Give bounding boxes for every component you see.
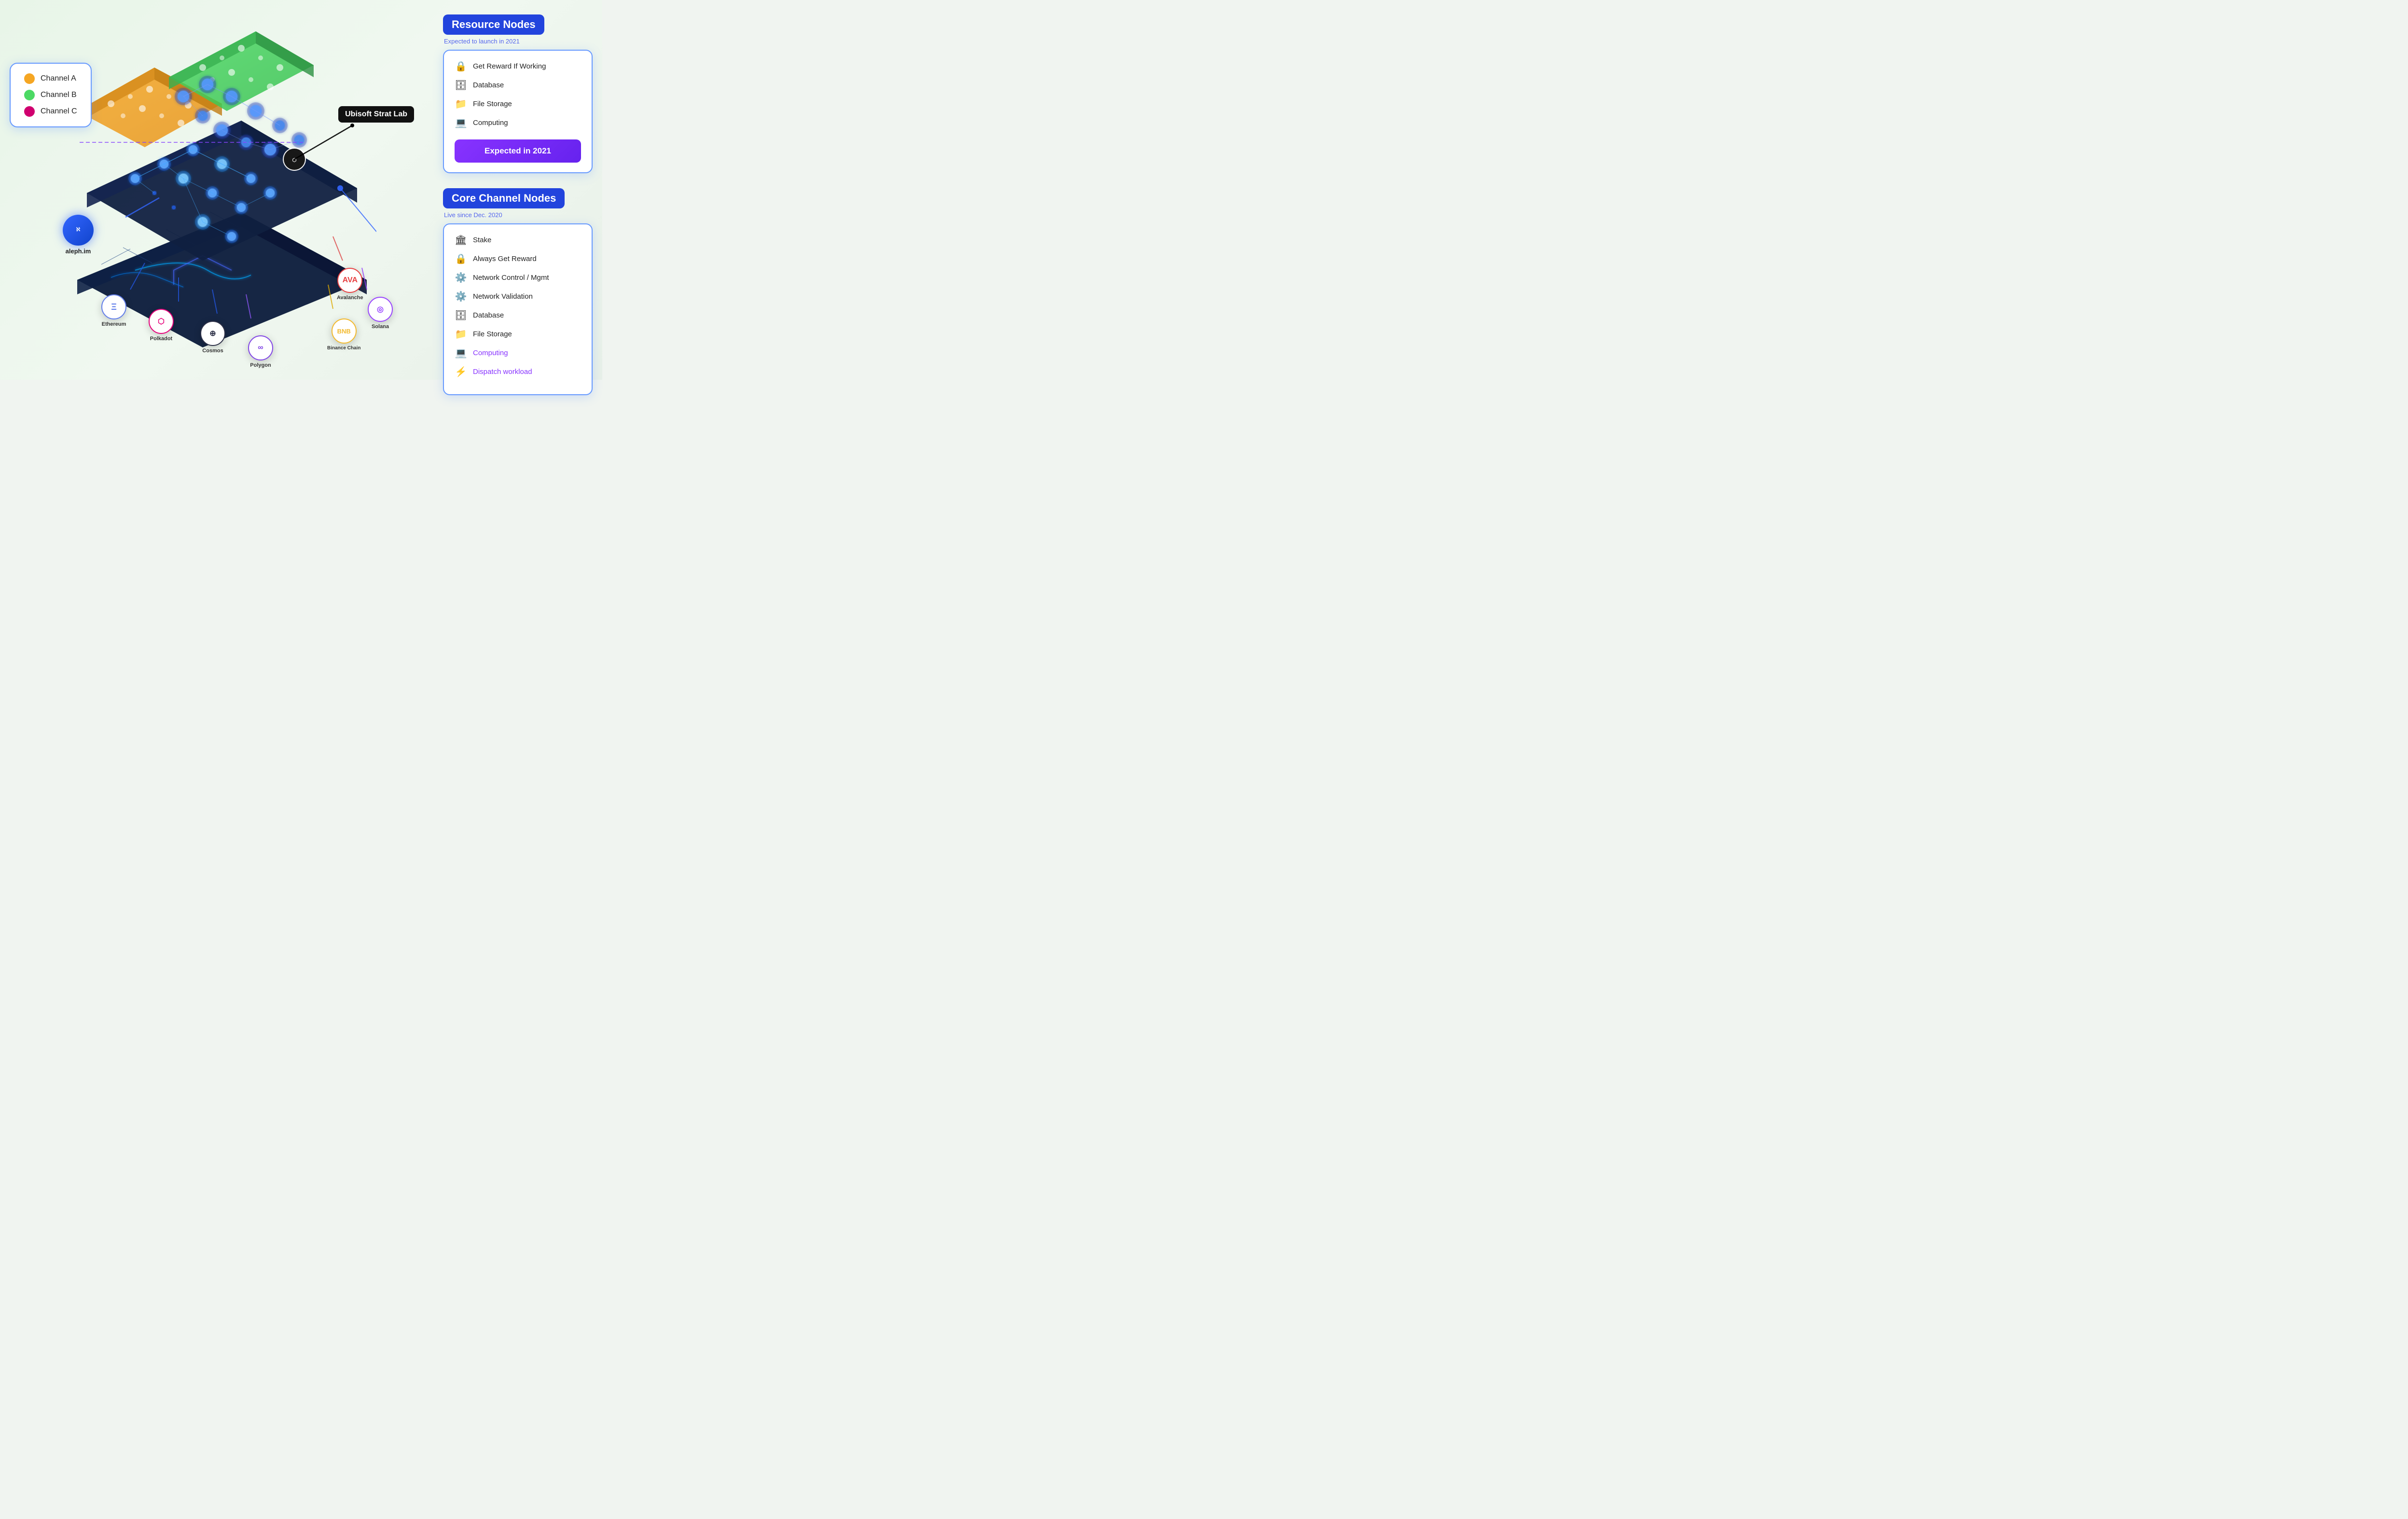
polygon-label: Polygon: [250, 362, 271, 368]
core-feature-3: ⚙️ Network Validation: [455, 290, 581, 303]
ubisoft-label: Ubisoft Strat Lab: [338, 106, 414, 123]
core-feature-5: 📁 File Storage: [455, 328, 581, 340]
resource-feature-1: 🗄 Database: [455, 79, 581, 91]
always-reward-icon: 🔒: [455, 253, 467, 265]
polkadot-node: ⬡ Polkadot: [149, 309, 174, 342]
resource-feature-1-label: Database: [473, 81, 504, 89]
blockchain-visualization: ⬡ Ξ Ethereum: [39, 0, 376, 367]
core-feature-4-label: Database: [473, 311, 504, 319]
core-feature-4: 🗄 Database: [455, 309, 581, 321]
solana-circle: ◎: [368, 297, 393, 322]
netcontrol-icon: ⚙️: [455, 272, 467, 284]
cosmos-circle: ⊕: [200, 321, 225, 346]
core-feature-1-label: Always Get Reward: [473, 255, 537, 263]
binance-label: Binance Chain: [327, 345, 360, 351]
computing-icon-res: 💻: [455, 117, 467, 129]
filestorage-icon-core: 📁: [455, 328, 467, 340]
filestorage-icon-res: 📁: [455, 98, 467, 110]
legend-box: Channel A Channel B Channel C: [10, 63, 92, 127]
ethereum-label: Ethereum: [102, 321, 126, 327]
core-feature-0-label: Stake: [473, 236, 491, 244]
solana-node: ◎ Solana: [368, 297, 393, 330]
stake-icon: 🏛: [455, 234, 467, 246]
channel-a-label: Channel A: [41, 74, 76, 83]
netvalidation-icon: ⚙️: [455, 290, 467, 303]
avalanche-label: Avalanche: [337, 295, 363, 301]
computing-icon-core: 💻: [455, 347, 467, 359]
resource-nodes-title: Resource Nodes: [443, 14, 544, 35]
channel-b-label: Channel B: [41, 91, 77, 99]
core-feature-1: 🔒 Always Get Reward: [455, 253, 581, 265]
core-feature-0: 🏛 Stake: [455, 234, 581, 246]
binance-node: BNB Binance Chain: [327, 318, 360, 351]
legend-item-b: Channel B: [24, 90, 77, 100]
core-nodes-title: Core Channel Nodes: [443, 188, 565, 208]
core-feature-2-label: Network Control / Mgmt: [473, 274, 549, 282]
alephim-node: ℵ aleph.im: [63, 215, 94, 255]
core-feature-7-label: Dispatch workload: [473, 368, 532, 376]
resource-feature-3-label: Computing: [473, 119, 508, 127]
core-feature-7: ⚡ Dispatch workload: [455, 366, 581, 378]
core-nodes-subtitle: Live since Dec. 2020: [444, 211, 593, 219]
resource-feature-2: 📁 File Storage: [455, 98, 581, 110]
database-icon-core: 🗄: [455, 309, 467, 321]
core-feature-5-label: File Storage: [473, 330, 512, 338]
core-nodes-box: 🏛 Stake 🔒 Always Get Reward ⚙️ Network C…: [443, 223, 593, 395]
resource-feature-0-label: Get Reward If Working: [473, 62, 546, 70]
channel-b-dot: [24, 90, 35, 100]
core-feature-6-label: Computing: [473, 349, 508, 357]
polkadot-circle: ⬡: [149, 309, 174, 334]
alephim-text: aleph.im: [66, 248, 91, 255]
binance-circle: BNB: [332, 318, 357, 344]
core-feature-3-label: Network Validation: [473, 292, 533, 301]
avalanche-circle: AVA: [337, 268, 362, 293]
reward-icon: 🔒: [455, 60, 467, 72]
resource-feature-0: 🔒 Get Reward If Working: [455, 60, 581, 72]
core-nodes-title-wrapper: Core Channel Nodes: [443, 188, 593, 208]
resource-nodes-box: 🔒 Get Reward If Working 🗄 Database 📁 Fil…: [443, 50, 593, 173]
channel-a-dot: [24, 73, 35, 84]
polygon-circle: ∞: [248, 335, 273, 360]
polkadot-label: Polkadot: [150, 336, 172, 342]
solana-label: Solana: [372, 324, 389, 330]
resource-feature-2-label: File Storage: [473, 100, 512, 108]
legend-item-a: Channel A: [24, 73, 77, 84]
polygon-node: ∞ Polygon: [248, 335, 273, 368]
alephim-circle: ℵ: [63, 215, 94, 246]
database-icon-res: 🗄: [455, 79, 467, 91]
ethereum-node: Ξ Ethereum: [101, 294, 126, 327]
ethereum-circle: Ξ: [101, 294, 126, 319]
cosmos-node: ⊕ Cosmos: [200, 321, 225, 354]
blockchain-svg: ⬡: [39, 0, 376, 367]
core-feature-2: ⚙️ Network Control / Mgmt: [455, 272, 581, 284]
core-nodes-panel: Core Channel Nodes Live since Dec. 2020 …: [443, 188, 593, 395]
resource-nodes-panel: Resource Nodes Expected to launch in 202…: [443, 14, 593, 173]
cosmos-label: Cosmos: [202, 348, 223, 354]
core-feature-6: 💻 Computing: [455, 347, 581, 359]
channel-c-dot: [24, 106, 35, 117]
legend-item-c: Channel C: [24, 106, 77, 117]
resource-feature-3: 💻 Computing: [455, 117, 581, 129]
resource-nodes-title-wrapper: Resource Nodes: [443, 14, 593, 35]
dispatch-icon: ⚡: [455, 366, 467, 378]
main-container: Channel A Channel B Channel C: [0, 0, 602, 380]
resource-nodes-subtitle: Expected to launch in 2021: [444, 38, 593, 45]
channel-c-label: Channel C: [41, 107, 77, 116]
avalanche-node: AVA Avalanche: [337, 268, 363, 301]
expected-button[interactable]: Expected in 2021: [455, 139, 581, 163]
